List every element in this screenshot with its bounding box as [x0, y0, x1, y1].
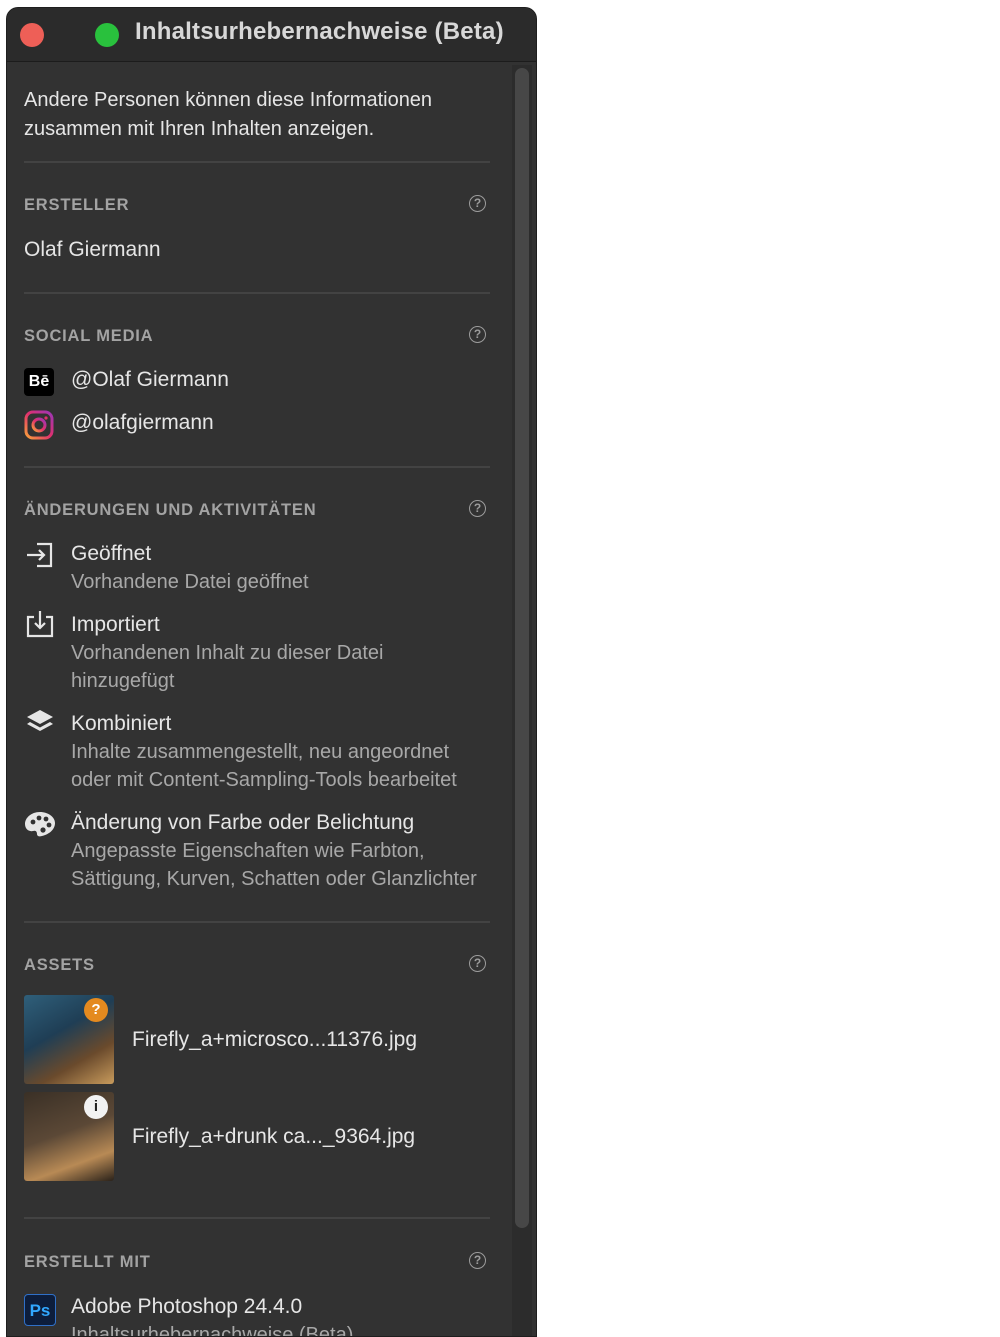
- help-icon[interactable]: ?: [469, 195, 486, 212]
- scrollbar-thumb[interactable]: [515, 68, 529, 1228]
- instagram-icon: [24, 410, 54, 440]
- zoom-button[interactable]: [95, 23, 119, 47]
- divider: [24, 466, 490, 468]
- change-label: Geöffnet: [71, 542, 152, 565]
- social-heading: SOCIAL MEDIA: [24, 327, 154, 345]
- asset-thumbnail[interactable]: ?: [24, 995, 114, 1084]
- app-sub: Inhaltsurhebernachweise (Beta): [71, 1324, 354, 1337]
- palette-icon: [25, 812, 55, 837]
- behance-icon: Bē: [24, 368, 54, 396]
- divider: [24, 292, 490, 294]
- change-label: Importiert: [71, 613, 160, 636]
- help-icon[interactable]: ?: [469, 326, 486, 343]
- photoshop-icon: Ps: [24, 1294, 56, 1326]
- change-label: Änderung von Farbe oder Belichtung: [71, 811, 415, 834]
- created-with-heading: ERSTELLT MIT: [24, 1253, 151, 1271]
- scrollbar[interactable]: [512, 65, 532, 1336]
- content-credentials-panel: Inhaltsurhebernachweise (Beta) Andere Pe…: [6, 7, 537, 1337]
- import-icon: [26, 611, 54, 638]
- info-badge-icon: i: [84, 1095, 108, 1119]
- help-icon[interactable]: ?: [469, 1252, 486, 1269]
- warning-badge-icon: ?: [84, 998, 108, 1022]
- instagram-link[interactable]: @olafgiermann: [71, 411, 214, 435]
- creator-name: Olaf Giermann: [24, 238, 161, 261]
- divider: [24, 921, 490, 923]
- asset-name[interactable]: Firefly_a+microsco...11376.jpg: [132, 1028, 417, 1052]
- intro-text: Andere Personen können diese Information…: [24, 89, 433, 140]
- window-title: Inhaltsurhebernachweise (Beta): [135, 18, 504, 45]
- app-name: Adobe Photoshop 24.4.0: [71, 1295, 303, 1318]
- behance-link[interactable]: @Olaf Giermann: [71, 368, 229, 392]
- title-bar: Inhaltsurhebernachweise (Beta): [7, 8, 536, 62]
- divider: [24, 161, 490, 163]
- assets-heading: ASSETS: [24, 956, 95, 974]
- changes-heading: ÄNDERUNGEN UND AKTIVITÄTEN: [24, 501, 317, 519]
- change-desc: Inhalte zusammengestellt, neu angeordnet…: [71, 741, 457, 791]
- layers-icon: [27, 710, 53, 731]
- open-icon: [27, 542, 53, 568]
- change-desc: Vorhandene Datei geöffnet: [71, 571, 309, 593]
- change-desc: Vorhandenen Inhalt zu dieser Datei hinzu…: [71, 642, 384, 692]
- help-icon[interactable]: ?: [469, 500, 486, 517]
- change-label: Kombiniert: [71, 712, 172, 735]
- divider: [24, 1217, 490, 1219]
- asset-name[interactable]: Firefly_a+drunk ca..._9364.jpg: [132, 1125, 415, 1149]
- ersteller-heading: ERSTELLER: [24, 196, 130, 214]
- close-button[interactable]: [20, 23, 44, 47]
- change-desc: Angepasste Eigenschaften wie Farbton, Sä…: [71, 840, 477, 890]
- help-icon[interactable]: ?: [469, 955, 486, 972]
- asset-thumbnail[interactable]: i: [24, 1092, 114, 1181]
